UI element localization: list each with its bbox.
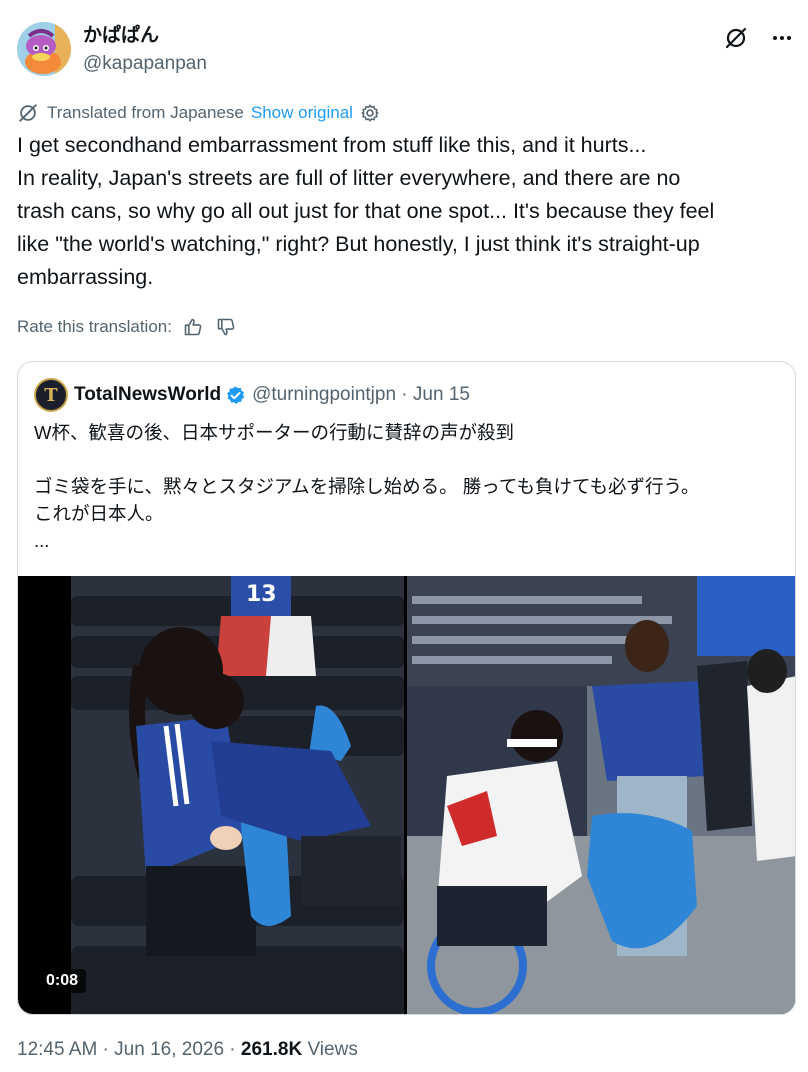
svg-text:13: 13 xyxy=(246,582,277,607)
author-avatar[interactable] xyxy=(17,22,71,76)
quoted-author-name[interactable]: TotalNewsWorld xyxy=(74,384,221,406)
quoted-post[interactable]: T TotalNewsWorld @turningpointjpn · Jun … xyxy=(17,361,796,1015)
post-body-line: embarrassing. xyxy=(17,265,154,289)
quoted-body-line: ... xyxy=(34,530,50,551)
quoted-post-header: T TotalNewsWorld @turningpointjpn · Jun … xyxy=(34,378,470,412)
post-body-line: In reality, Japan's streets are full of … xyxy=(17,166,681,190)
video-duration-badge: 0:08 xyxy=(38,969,87,993)
rate-translation-label: Rate this translation: xyxy=(17,317,172,336)
quoted-body-line xyxy=(34,446,784,473)
views-count: 261.8K xyxy=(240,1039,303,1060)
verified-badge-icon xyxy=(227,385,245,404)
quoted-author-avatar[interactable]: T xyxy=(34,378,68,412)
quoted-post-body: W杯、歓喜の後、日本サポーターの行動に賛辞の声が殺到 ゴミ袋を手に、黙々とスタジ… xyxy=(34,419,784,554)
gear-icon[interactable] xyxy=(359,102,381,124)
quoted-body-line: W杯、歓喜の後、日本サポーターの行動に賛辞の声が殺到 xyxy=(34,422,514,443)
author-names: かぱぱん @kapapanpan xyxy=(83,23,207,77)
video-right-frame xyxy=(407,576,795,1014)
quoted-author-handle-date[interactable]: @turningpointjpn · Jun 15 xyxy=(252,384,470,406)
thumbs-up-icon[interactable] xyxy=(181,315,205,339)
post-body-line: like "the world's watching," right? But … xyxy=(17,232,700,256)
more-icon[interactable] xyxy=(768,24,796,52)
post-timestamp[interactable]: 12:45 AM · Jun 16, 2026 · xyxy=(17,1039,241,1061)
video-left-frame: 13 xyxy=(71,576,404,1014)
thumbs-down-icon[interactable] xyxy=(214,315,238,339)
author-handle[interactable]: @kapapanpan xyxy=(83,51,207,77)
avatar-character-image xyxy=(17,22,71,76)
translation-label: Translated from Japanese xyxy=(47,103,244,122)
quoted-body-line: ゴミ袋を手に、黙々とスタジアムを掃除し始める。 勝っても負けても必ず行う。 xyxy=(34,476,700,497)
grok-translate-icon xyxy=(19,104,37,122)
grok-icon[interactable] xyxy=(722,24,750,52)
post-header: かぱぱん @kapapanpan xyxy=(17,20,796,80)
post-body: I get secondhand embarrassment from stuf… xyxy=(17,129,802,294)
rate-translation: Rate this translation: xyxy=(17,315,238,339)
author-display-name[interactable]: かぱぱん xyxy=(83,23,207,47)
header-actions xyxy=(722,24,796,52)
show-original-link[interactable]: Show original xyxy=(251,103,353,123)
translation-notice: Translated from Japanese Show original xyxy=(17,101,381,125)
post-metadata: 12:45 AM · Jun 16, 2026 · 261.8K Views xyxy=(17,1037,358,1063)
quoted-body-line: これが日本人。 xyxy=(34,503,164,524)
post-body-line: I get secondhand embarrassment from stuf… xyxy=(17,133,647,157)
post-body-line: trash cans, so why go all out just for t… xyxy=(17,199,715,223)
views-label: Views xyxy=(302,1039,358,1060)
quoted-video[interactable]: 13 0:08 xyxy=(18,576,795,1014)
